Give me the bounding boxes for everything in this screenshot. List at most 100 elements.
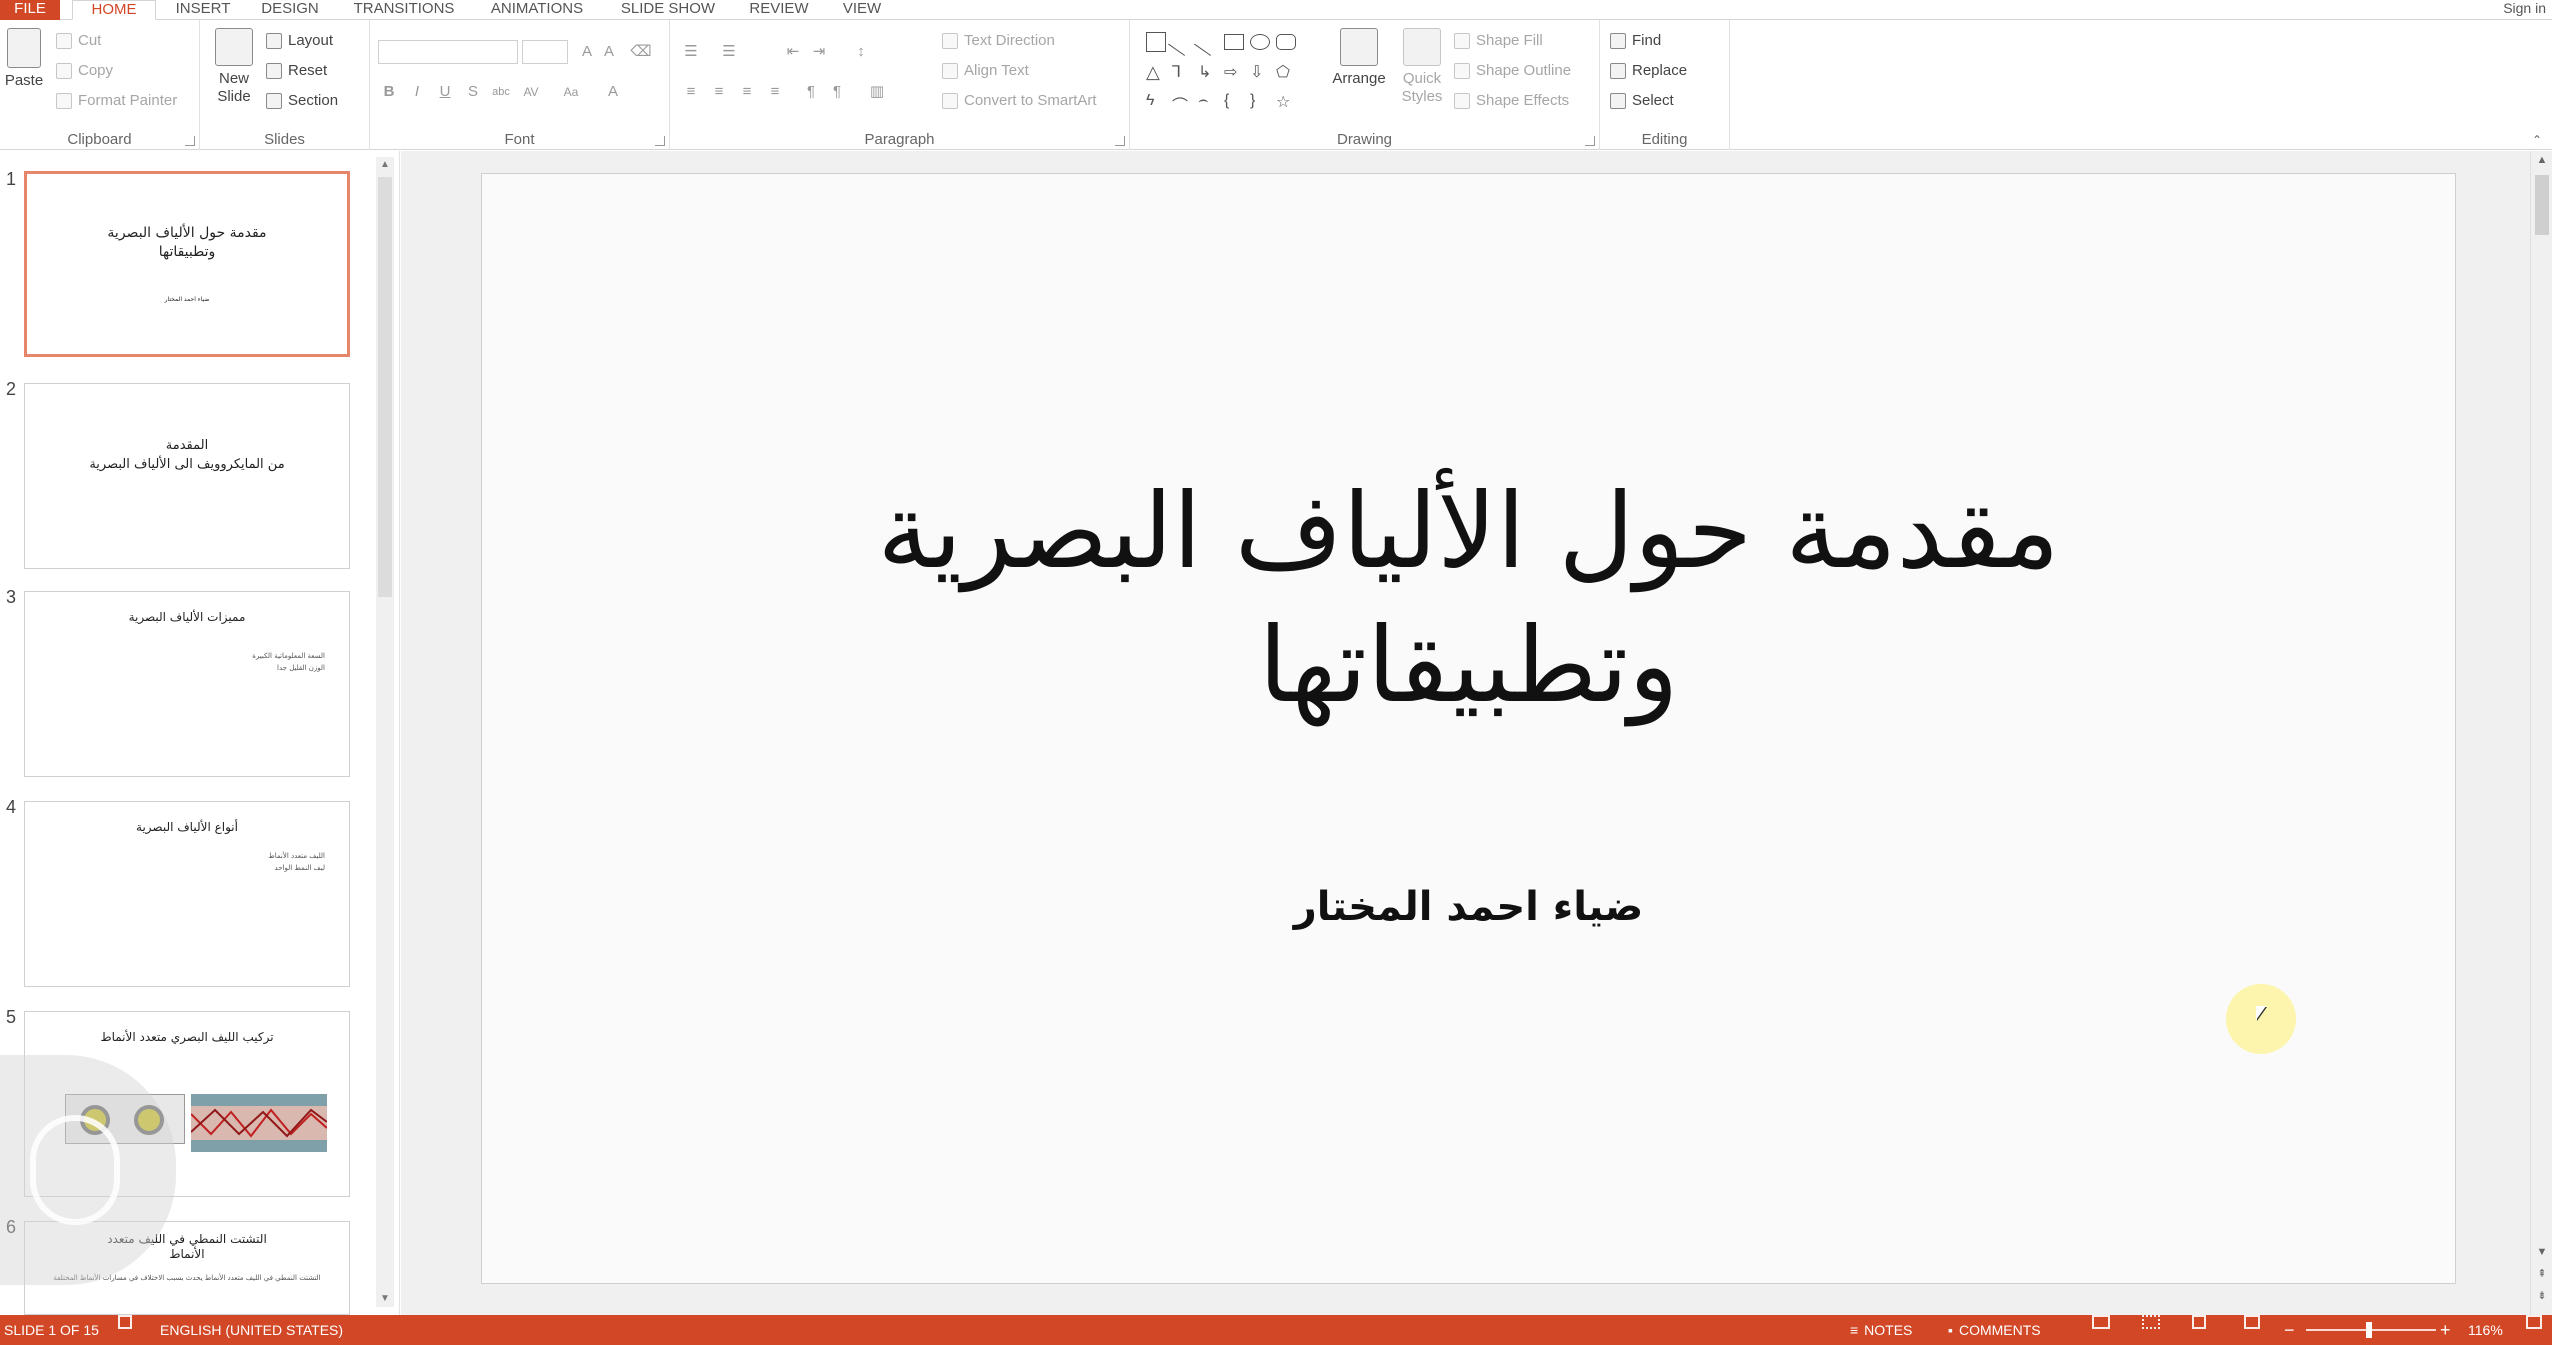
- align-text-button[interactable]: Align Text: [942, 62, 1029, 79]
- find-button[interactable]: Find: [1610, 32, 1661, 49]
- paste-button[interactable]: Paste: [2, 28, 46, 90]
- rectangle-shape-icon[interactable]: [1224, 34, 1244, 50]
- convert-smartart-button[interactable]: Convert to SmartArt: [942, 92, 1097, 109]
- underline-icon[interactable]: U: [434, 82, 456, 102]
- zoom-out-icon[interactable]: −: [2284, 1315, 2295, 1345]
- scroll-up-icon[interactable]: ▲: [376, 157, 394, 173]
- quick-styles-button[interactable]: Quick Styles: [1394, 28, 1450, 106]
- zoom-slider-handle[interactable]: [2366, 1322, 2372, 1338]
- font-size-combo[interactable]: [522, 40, 568, 64]
- fit-slide-icon[interactable]: [2526, 1315, 2542, 1329]
- scrollbar-thumb[interactable]: [2535, 175, 2549, 235]
- shapes-gallery[interactable]: △ ⅂ ↳ ⇨ ⇩ ⬠ ϟ ⌒ ⌢ { } ☆: [1146, 28, 1314, 122]
- collapse-ribbon-icon[interactable]: ⌃: [2532, 133, 2542, 147]
- increase-indent-icon[interactable]: ⇥: [808, 42, 830, 62]
- columns-icon[interactable]: ▥: [866, 82, 888, 102]
- decrease-indent-icon[interactable]: ⇤: [782, 42, 804, 62]
- bullets-icon[interactable]: ☰: [680, 42, 702, 62]
- align-center-icon[interactable]: ≡: [708, 82, 730, 102]
- arrow-shape-icon[interactable]: [1194, 28, 1222, 56]
- tab-view[interactable]: VIEW: [830, 0, 894, 20]
- cut-button[interactable]: Cut: [56, 32, 101, 49]
- line-spacing-icon[interactable]: ↕: [850, 42, 872, 62]
- reset-button[interactable]: Reset: [266, 62, 327, 79]
- slide-thumbnail[interactable]: مقدمة حول الألياف البصرية وتطبيقاتها ضيا…: [24, 171, 350, 357]
- tab-review[interactable]: REVIEW: [740, 0, 818, 20]
- character-spacing-icon[interactable]: AV: [520, 82, 542, 102]
- notes-button[interactable]: ≡ NOTES: [1850, 1315, 1912, 1345]
- arrange-button[interactable]: Arrange: [1326, 28, 1392, 88]
- replace-button[interactable]: Replace: [1610, 62, 1687, 79]
- slide-thumbnail[interactable]: المقدمة من المايكروويف الى الألياف البصر…: [24, 383, 350, 569]
- connector-arrow-icon[interactable]: ↳: [1198, 62, 1218, 82]
- slide-sorter-view-icon[interactable]: [2142, 1315, 2160, 1329]
- strikethrough-icon[interactable]: abc: [490, 82, 512, 102]
- tab-home[interactable]: HOME: [72, 0, 156, 20]
- slide-title[interactable]: مقدمة حول الألياف البصرية وتطبيقاتها: [482, 464, 2455, 732]
- line-shape-icon[interactable]: [1168, 28, 1196, 56]
- spelling-check-icon[interactable]: [118, 1315, 132, 1329]
- shape-fill-button[interactable]: Shape Fill: [1454, 32, 1543, 49]
- rounded-rect-shape-icon[interactable]: [1276, 34, 1296, 50]
- thumbnail-scrollbar[interactable]: ▲ ▼: [376, 157, 394, 1307]
- next-slide-icon[interactable]: ⇟: [2531, 1287, 2552, 1305]
- triangle-shape-icon[interactable]: △: [1146, 62, 1166, 82]
- copy-button[interactable]: Copy: [56, 62, 113, 79]
- layout-button[interactable]: Layout: [266, 32, 333, 49]
- reading-view-icon[interactable]: [2192, 1315, 2206, 1329]
- right-arrow-shape-icon[interactable]: ⇨: [1224, 62, 1244, 82]
- grow-font-icon[interactable]: A: [576, 42, 598, 62]
- ltr-icon[interactable]: ¶: [800, 82, 822, 102]
- align-right-icon[interactable]: ≡: [736, 82, 758, 102]
- shape-outline-button[interactable]: Shape Outline: [1454, 62, 1571, 79]
- normal-view-icon[interactable]: [2092, 1315, 2110, 1329]
- new-slide-button[interactable]: New Slide: [208, 28, 260, 106]
- zoom-level[interactable]: 116%: [2468, 1315, 2503, 1345]
- font-launcher-icon[interactable]: [655, 136, 665, 146]
- font-color-icon[interactable]: A: [602, 82, 624, 102]
- bold-icon[interactable]: B: [378, 82, 400, 102]
- scrollbar-thumb[interactable]: [378, 177, 392, 597]
- clipboard-launcher-icon[interactable]: [185, 136, 195, 146]
- slide-thumbnail[interactable]: أنواع الألياف البصرية الليف متعدد الأنما…: [24, 801, 350, 987]
- oval-shape-icon[interactable]: [1250, 34, 1270, 50]
- text-direction-button[interactable]: Text Direction: [942, 32, 1055, 49]
- left-brace-icon[interactable]: {: [1224, 92, 1244, 112]
- change-case-icon[interactable]: Aa: [560, 82, 582, 102]
- language-indicator[interactable]: ENGLISH (UNITED STATES): [160, 1315, 343, 1345]
- scroll-down-icon[interactable]: ▼: [376, 1291, 394, 1307]
- tab-transitions[interactable]: TRANSITIONS: [344, 0, 464, 20]
- textbox-shape-icon[interactable]: [1146, 32, 1166, 52]
- slide-thumbnail[interactable]: مميزات الألياف البصرية السعة المعلوماتية…: [24, 591, 350, 777]
- previous-slide-icon[interactable]: ⇞: [2531, 1265, 2552, 1283]
- align-left-icon[interactable]: ≡: [680, 82, 702, 102]
- slide-subtitle[interactable]: ضياء احمد المختار: [482, 884, 2455, 930]
- tab-slide-show[interactable]: SLIDE SHOW: [610, 0, 726, 20]
- tab-file[interactable]: FILE: [0, 0, 60, 20]
- right-brace-icon[interactable]: }: [1250, 92, 1270, 112]
- font-name-combo[interactable]: [378, 40, 518, 64]
- scroll-up-icon[interactable]: ▲: [2531, 151, 2552, 169]
- rtl-icon[interactable]: ¶: [826, 82, 848, 102]
- drawing-launcher-icon[interactable]: [1585, 136, 1595, 146]
- scroll-down-icon[interactable]: ▼: [2531, 1243, 2552, 1261]
- shadow-icon[interactable]: S: [462, 82, 484, 102]
- section-button[interactable]: Section: [266, 92, 338, 109]
- sign-in-link[interactable]: Sign in: [2503, 0, 2546, 16]
- clear-formatting-icon[interactable]: ⌫: [630, 42, 652, 62]
- justify-icon[interactable]: ≡: [764, 82, 786, 102]
- slide-scrollbar[interactable]: ▲ ▼ ⇞ ⇟: [2530, 151, 2552, 1315]
- arc-shape-icon[interactable]: ⌢: [1198, 92, 1218, 112]
- numbering-icon[interactable]: ☰: [718, 42, 740, 62]
- curve-shape-icon[interactable]: ⌒: [1172, 92, 1192, 115]
- italic-icon[interactable]: I: [406, 82, 428, 102]
- lightning-shape-icon[interactable]: ϟ: [1146, 92, 1166, 112]
- tab-animations[interactable]: ANIMATIONS: [478, 0, 596, 20]
- zoom-in-icon[interactable]: +: [2440, 1315, 2451, 1345]
- tab-insert[interactable]: INSERT: [168, 0, 238, 20]
- paragraph-launcher-icon[interactable]: [1115, 136, 1125, 146]
- comments-button[interactable]: ▪ COMMENTS: [1948, 1315, 2041, 1345]
- shape-effects-button[interactable]: Shape Effects: [1454, 92, 1569, 109]
- down-arrow-shape-icon[interactable]: ⇩: [1250, 62, 1270, 82]
- elbow-connector-icon[interactable]: ⅂: [1172, 62, 1192, 82]
